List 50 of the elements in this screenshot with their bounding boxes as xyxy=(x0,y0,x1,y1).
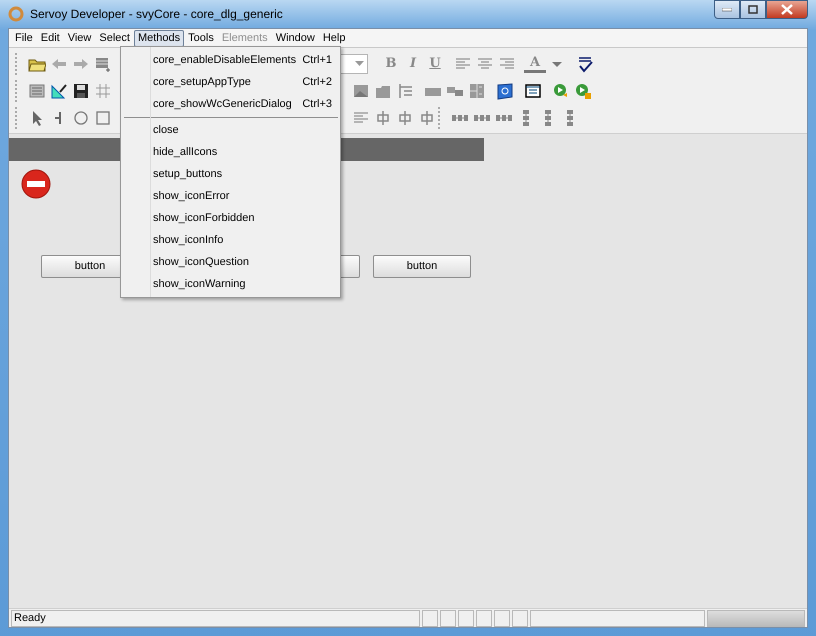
menu-item[interactable]: show_iconForbidden xyxy=(153,210,255,226)
menu-item[interactable]: Methods xyxy=(134,30,184,46)
menu-item[interactable]: core_showWcGenericDialog xyxy=(153,96,292,112)
menu-item[interactable]: Tools xyxy=(184,30,218,46)
status-cell xyxy=(440,610,456,627)
shortcut-text: Ctrl+1 xyxy=(302,52,332,68)
shortcut-text: Ctrl+3 xyxy=(302,96,332,112)
menu-item[interactable]: Help xyxy=(318,30,350,46)
menu-item[interactable]: Select xyxy=(95,30,134,46)
menu-item[interactable]: Edit xyxy=(36,30,64,46)
menu-item[interactable]: core_setupAppType xyxy=(153,74,251,90)
circle-icon[interactable] xyxy=(72,108,90,126)
menu-item[interactable]: show_iconWarning xyxy=(153,276,246,292)
status-cell xyxy=(512,610,528,627)
menu-item[interactable]: hide_allIcons xyxy=(153,144,218,160)
spell-check-icon[interactable] xyxy=(576,54,594,72)
menu-item[interactable]: View xyxy=(64,30,96,46)
menu-item[interactable]: setup_buttons xyxy=(153,166,222,182)
status-text: Ready xyxy=(11,610,420,627)
maximize-button[interactable] xyxy=(740,0,766,19)
form-button[interactable]: button xyxy=(373,255,471,278)
menu-item[interactable]: show_iconInfo xyxy=(153,232,224,248)
status-cell xyxy=(476,610,492,627)
minimize-button[interactable] xyxy=(714,0,740,19)
triangle-ruler-icon[interactable] xyxy=(50,82,68,100)
app-logo-icon xyxy=(8,6,24,22)
flag-icon[interactable] xyxy=(496,82,514,100)
minimize-icon xyxy=(722,8,732,12)
menu-item[interactable]: core_enableDisableElements xyxy=(153,52,296,68)
menu-item[interactable]: show_iconError xyxy=(153,188,230,204)
caret-icon xyxy=(355,61,364,66)
split-panel-icon[interactable] xyxy=(468,82,486,100)
status-cell xyxy=(422,610,438,627)
status-cell xyxy=(458,610,474,627)
maximize-icon xyxy=(748,5,758,14)
window-title: Servoy Developer - svyCore - core_dlg_generic xyxy=(30,6,283,23)
menu-item[interactable]: Window xyxy=(272,30,319,46)
close-icon xyxy=(781,4,793,15)
square-icon[interactable] xyxy=(94,108,112,126)
stop-sign-icon xyxy=(20,168,52,200)
play-icon[interactable] xyxy=(574,82,592,100)
form-icon[interactable] xyxy=(28,82,46,100)
menu-item[interactable]: show_iconQuestion xyxy=(153,254,250,270)
menu-item[interactable]: close xyxy=(153,122,179,138)
status-cell xyxy=(494,610,510,627)
play-icon[interactable] xyxy=(552,82,570,100)
shortcut-text: Ctrl+2 xyxy=(302,74,332,90)
close-button[interactable] xyxy=(766,0,808,19)
menu-item[interactable]: File xyxy=(11,30,37,46)
window-icon[interactable] xyxy=(524,82,542,100)
